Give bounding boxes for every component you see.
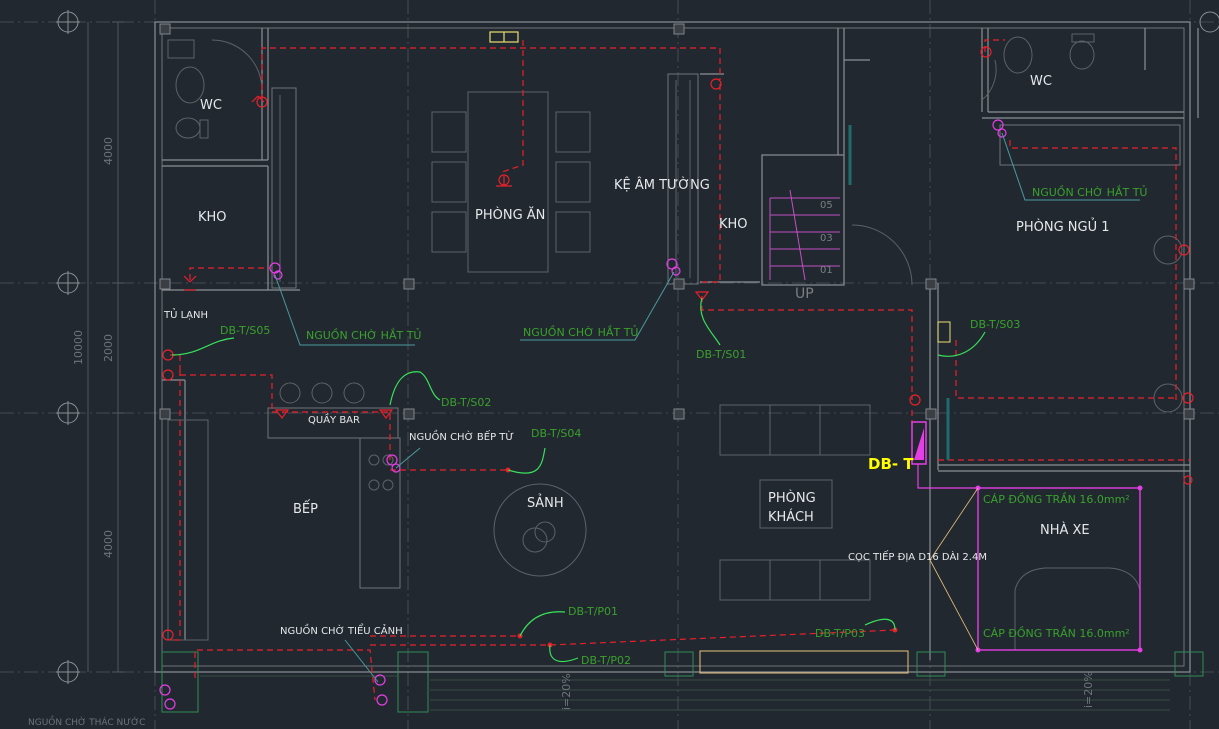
dimension-total: 10000 <box>72 330 85 365</box>
note-nguon-cho-hat-tu-right: NGUỒN CHỜ HẮT TỦ <box>1032 185 1147 199</box>
circuit-label-p01: DB-T/P01 <box>568 605 618 618</box>
note-nguon-cho-thac-nuoc: NGUỒN CHỜ THÁC NƯỚC <box>28 715 145 728</box>
dimension-4000-top: 4000 <box>102 137 115 165</box>
circuit-label-s03: DB-T/S03 <box>970 318 1020 331</box>
stair-step-05: 05 <box>820 200 833 211</box>
room-kho-left: KHO <box>198 210 227 225</box>
note-nguon-cho-hat-tu-mid: NGUỒN CHỜ HẮT TỦ <box>523 325 638 339</box>
leader-lines <box>274 132 1140 683</box>
note-nguon-cho-tieu-canh: NGUỒN CHỜ TIỂU CẢNH <box>280 623 403 637</box>
room-wc-right: WC <box>1030 74 1052 89</box>
note-coc-tiep-dia: CỌC TIẾP ĐỊA D16 DÀI 2.4M <box>848 549 987 563</box>
room-bep: BẾP <box>293 500 318 517</box>
room-quay-bar: QUẦY BAR <box>308 412 360 426</box>
stair-step-03: 03 <box>820 233 833 244</box>
circuit-label-s01: DB-T/S01 <box>696 348 746 361</box>
slope-label-left: i=20% <box>560 673 573 710</box>
note-nguon-cho-bep-tu: NGUỒN CHỜ BẾP TỪ <box>409 429 514 443</box>
room-tu-lanh: TỦ LẠNH <box>163 307 208 321</box>
room-phong-khach-line2: KHÁCH <box>768 509 814 525</box>
room-phong-ngu-1: PHÒNG NGỦ 1 <box>1016 218 1110 235</box>
room-nha-xe: NHÀ XE <box>1040 522 1090 538</box>
circuit-label-p03: DB-T/P03 <box>815 627 865 640</box>
room-phong-khach-line1: PHÒNG <box>768 490 816 506</box>
note-cap-dong-tran-top: CÁP ĐỒNG TRẦN 16.0mm² <box>983 492 1130 506</box>
furniture <box>167 33 1183 674</box>
slope-label-right: i=20% <box>1082 671 1095 708</box>
stair-up-label: UP <box>795 286 814 302</box>
room-phong-an: PHÒNG ĂN <box>475 207 545 223</box>
note-cap-dong-tran-bottom: CÁP ĐỒNG TRẦN 16.0mm² <box>983 626 1130 640</box>
room-kho-mid: KHO <box>719 217 748 232</box>
circuit-label-s05: DB-T/S05 <box>220 324 270 337</box>
grid-bubbles <box>56 10 1219 684</box>
electrical-floor-plan: 4000 2000 4000 10000 05 03 01 UP WC KHO … <box>0 0 1219 729</box>
stair-step-01: 01 <box>820 265 833 276</box>
room-ke-am-tuong: KỆ ÂM TƯỜNG <box>614 177 710 193</box>
room-wc-left: WC <box>200 98 222 113</box>
wiring-circuits <box>170 39 1190 701</box>
grid-axes <box>0 0 1219 729</box>
front-planter <box>161 651 1204 713</box>
dimension-2000: 2000 <box>102 334 115 362</box>
circuit-label-s02: DB-T/S02 <box>441 396 491 409</box>
distribution-board <box>911 421 927 465</box>
circuit-label-s04: DB-T/S04 <box>531 427 581 440</box>
note-nguon-cho-hat-tu-left: NGUỒN CHỜ HẮT TỦ <box>306 328 421 342</box>
walls <box>154 21 1199 673</box>
panel-label: DB- T <box>868 455 914 473</box>
dimension-4000-bottom: 4000 <box>102 530 115 558</box>
room-sanh: SẢNH <box>527 494 564 511</box>
socket-symbols <box>159 119 1007 710</box>
circuit-label-p02: DB-T/P02 <box>581 654 631 667</box>
